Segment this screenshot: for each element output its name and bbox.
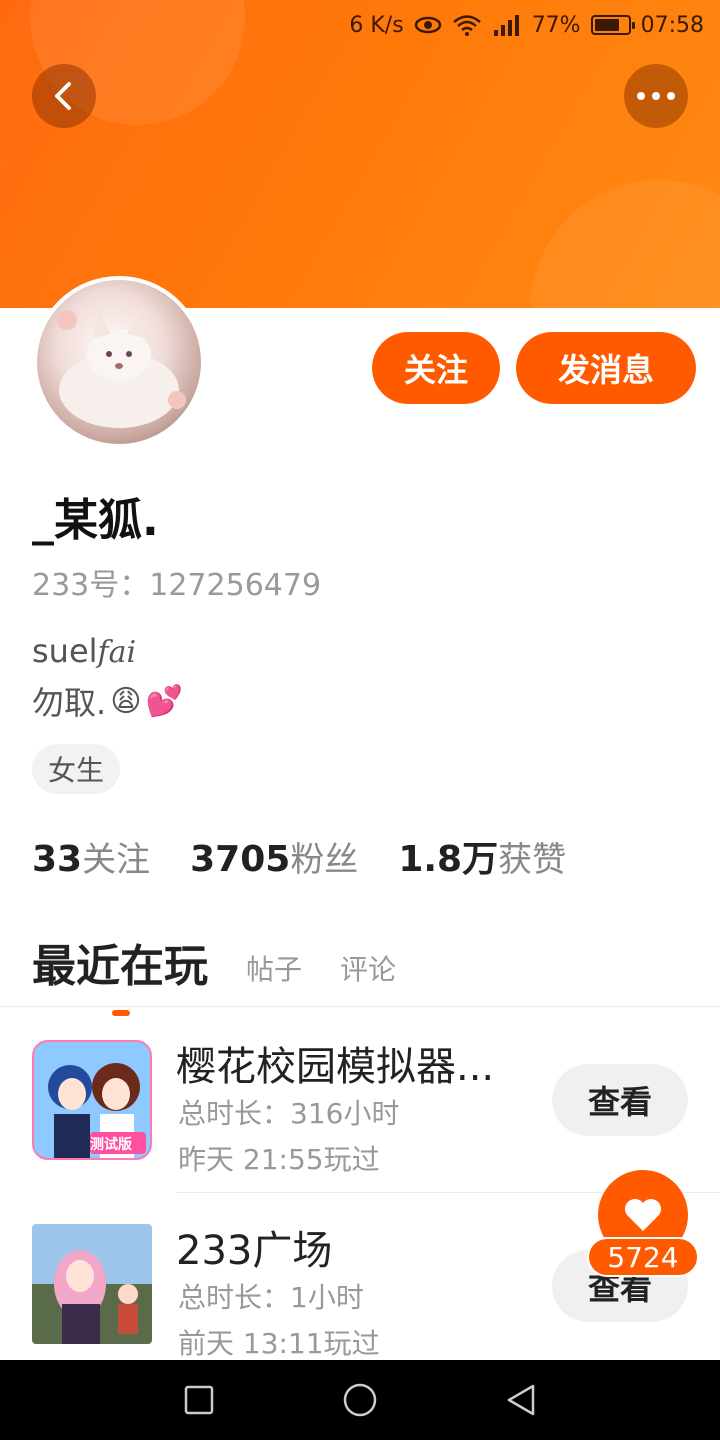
signal-icon [492,14,522,36]
clock: 07:58 [640,12,704,38]
bio-line-2: 勿取. 😩 💕 [32,678,183,724]
net-speed: 6 K/s [349,12,404,38]
more-options-button[interactable] [624,64,688,128]
game-title: 233广场 [176,1228,333,1274]
bio-text: suel [32,632,98,670]
battery-percent: 77% [531,12,581,38]
game-icon[interactable] [32,1224,152,1344]
likes-stat[interactable]: 1.8万 获赞 [398,830,566,882]
fans-count: 3705 [190,839,291,880]
nickname: _某狐. [32,495,159,546]
likes-label: 获赞 [498,840,567,880]
user-id: 233号：127256479 [32,568,322,603]
bio-line-1: suelfai [32,632,136,670]
game-duration: 总时长：316小时 [178,1097,400,1130]
fans-label: 粉丝 [290,840,359,880]
chevron-left-icon [55,82,71,110]
likes-count: 1.8万 [398,839,499,880]
bio-script-text: fai [97,635,137,670]
recent-apps-icon[interactable] [183,1384,215,1416]
system-nav-bar [0,1360,720,1440]
home-icon[interactable] [342,1382,378,1418]
profile-stats: 33 关注 3705 粉丝 1.8万 获赞 [32,830,566,882]
profile-tabs: 最近在玩 帖子 评论 [32,930,396,1016]
game-duration: 总时长：1小时 [178,1281,364,1314]
tab-comments[interactable]: 评论 [340,948,396,994]
tab-recently-played-label: 最近在玩 [32,941,208,992]
back-nav-icon[interactable] [505,1383,537,1417]
tab-recently-played[interactable]: 最近在玩 [32,930,208,1016]
like-count: 5724 [587,1237,699,1277]
game-icon[interactable]: 测试版 [32,1040,152,1160]
more-dots-icon [637,92,675,100]
weary-face-icon: 😩 [110,683,142,719]
game-last-played: 前天 13:11玩过 [178,1327,380,1360]
following-count: 33 [32,839,83,880]
battery-icon [590,15,635,35]
eye-icon [414,15,442,35]
tabs-divider [0,1006,720,1007]
follow-button[interactable]: 关注 [372,332,500,404]
fans-stat[interactable]: 3705 粉丝 [190,832,358,881]
back-button[interactable] [32,64,96,128]
game-title: 樱花校园模拟器... [176,1044,495,1090]
following-label: 关注 [82,840,151,880]
view-button[interactable]: 查看 [552,1064,688,1136]
heart-icon [625,1199,661,1231]
two-hearts-icon: 💕 [145,683,183,719]
avatar[interactable] [33,276,205,448]
gender-tag: 女生 [32,744,121,794]
wifi-icon [452,14,482,36]
tab-posts[interactable]: 帖子 [246,948,302,994]
following-stat[interactable]: 33 关注 [32,832,150,881]
game-last-played: 昨天 21:55玩过 [178,1143,380,1176]
bio-text-2: 勿取. [32,684,107,722]
status-bar: 6 K/s 77% 07:58 [0,0,720,50]
active-tab-indicator [112,1010,130,1016]
send-message-button[interactable]: 发消息 [516,332,696,404]
beta-badge: 测试版 [90,1137,132,1153]
